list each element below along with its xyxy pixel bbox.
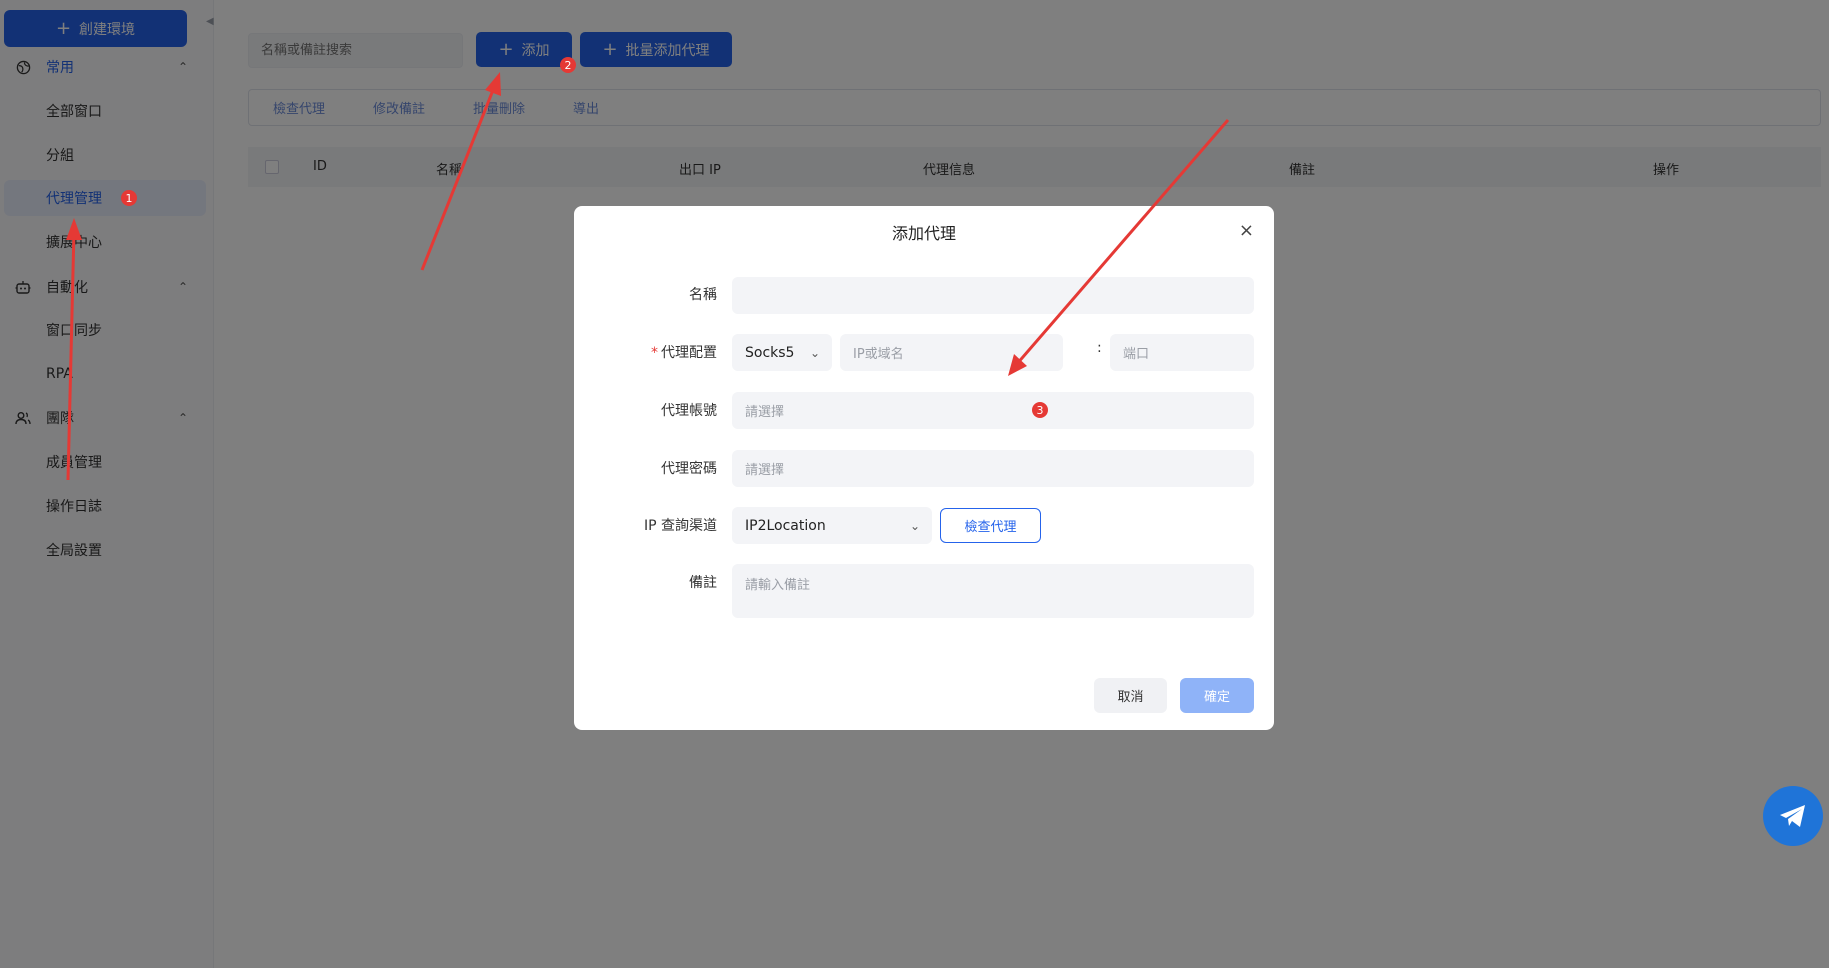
port-input[interactable]: 端口	[1110, 334, 1254, 371]
colon-separator: :	[1097, 340, 1102, 356]
ip-channel-select[interactable]: IP2Location ⌄	[732, 507, 932, 544]
name-label: 名稱	[689, 287, 717, 303]
proxy-password-label: 代理密碼	[661, 461, 717, 477]
cancel-button[interactable]: 取消	[1094, 678, 1167, 713]
host-input[interactable]: IP或域名	[840, 334, 1063, 371]
required-mark: *	[651, 345, 658, 361]
remark-label: 備註	[689, 575, 717, 591]
add-proxy-dialog: 添加代理 × 名稱 * 代理配置 Socks5 ⌄ IP或域名 : 端口 代理帳號…	[574, 206, 1274, 730]
chevron-down-icon: ⌄	[909, 518, 920, 533]
dialog-title: 添加代理	[891, 224, 956, 243]
chevron-down-icon: ⌄	[809, 345, 820, 360]
annotation-badge-3: 3	[1032, 402, 1048, 418]
close-icon[interactable]: ×	[1239, 220, 1254, 241]
check-proxy-button[interactable]: 檢查代理	[940, 508, 1041, 543]
annotation-badge-2: 2	[560, 57, 576, 73]
remark-textarea[interactable]: 請輸入備註	[732, 564, 1254, 618]
telegram-icon	[1780, 805, 1805, 827]
ip-channel-value: IP2Location	[745, 517, 826, 534]
confirm-button[interactable]: 確定	[1180, 678, 1254, 713]
proxy-account-field[interactable]: 請選擇	[732, 392, 1254, 429]
proxy-config-label: * 代理配置	[651, 342, 717, 362]
proxy-account-label: 代理帳號	[661, 403, 717, 419]
name-field[interactable]	[732, 277, 1254, 314]
telegram-support-button[interactable]	[1763, 786, 1823, 846]
protocol-select[interactable]: Socks5 ⌄	[732, 334, 832, 371]
proxy-password-field[interactable]: 請選擇	[732, 450, 1254, 487]
ip-query-channel-label: IP 查詢渠道	[643, 518, 717, 534]
proxy-config-label-text: 代理配置	[661, 345, 717, 361]
protocol-value: Socks5	[745, 344, 795, 361]
annotation-badge-1: 1	[121, 190, 137, 206]
